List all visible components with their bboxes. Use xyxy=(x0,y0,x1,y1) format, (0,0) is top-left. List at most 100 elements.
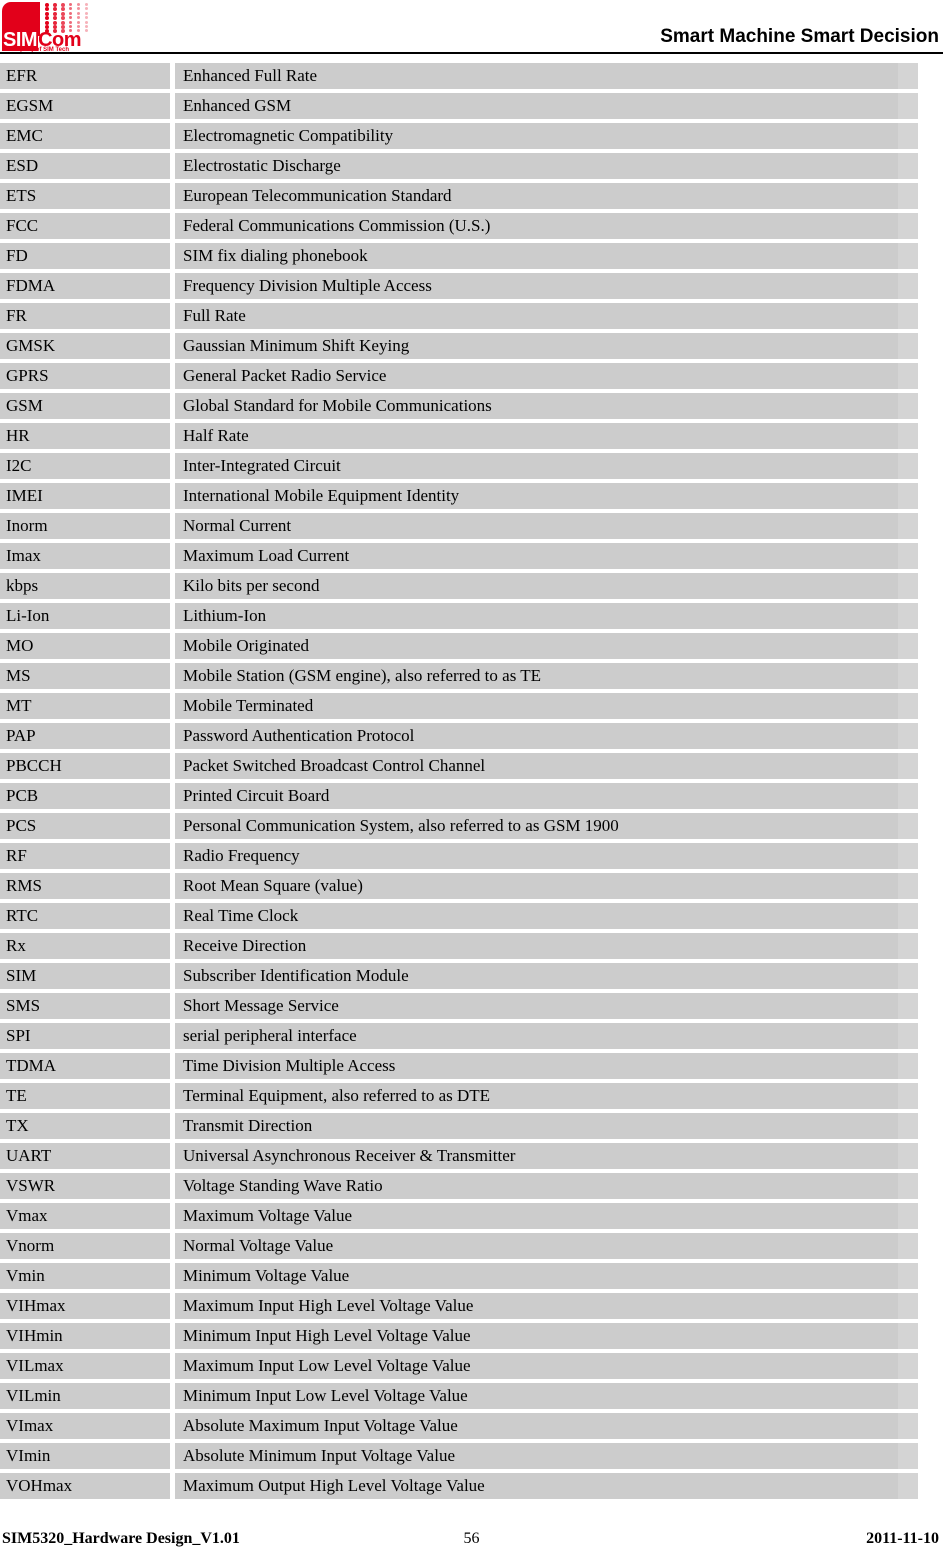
definition-cell: Gaussian Minimum Shift Keying xyxy=(175,333,918,359)
definition-cell: Password Authentication Protocol xyxy=(175,723,918,749)
definition-text: serial peripheral interface xyxy=(183,1026,357,1045)
definition-cell: Enhanced GSM xyxy=(175,93,918,119)
definition-cell: Minimum Voltage Value xyxy=(175,1263,918,1289)
table-row: FR Full Rate xyxy=(0,303,943,333)
definition-text: SIM fix dialing phonebook xyxy=(183,246,368,265)
abbreviation-cell: SMS xyxy=(0,993,170,1019)
definition-cell: Personal Communication System, also refe… xyxy=(175,813,918,839)
abbreviation-cell: kbps xyxy=(0,573,170,599)
table-row: TX Transmit Direction xyxy=(0,1113,943,1143)
definition-text: Inter-Integrated Circuit xyxy=(183,456,341,475)
abbreviation-cell: RF xyxy=(0,843,170,869)
table-row: MS Mobile Station (GSM engine), also refe… xyxy=(0,663,943,693)
table-row: Rx Receive Direction xyxy=(0,933,943,963)
table-row: SMS Short Message Service xyxy=(0,993,943,1023)
definition-text: Enhanced Full Rate xyxy=(183,66,318,85)
definition-text: Full Rate xyxy=(183,306,246,325)
table-row: kbps Kilo bits per second xyxy=(0,573,943,603)
table-row: VILmin Minimum Input Low Level Voltage Va… xyxy=(0,1383,943,1413)
page-header: SIMCom A company of SIM Tech Smart Machi… xyxy=(0,0,943,54)
abbreviation-cell: VSWR xyxy=(0,1173,170,1199)
definition-text: Maximum Output High Level Voltage Value xyxy=(183,1476,485,1495)
table-row: Inorm Normal Current xyxy=(0,513,943,543)
definition-text: Maximum Voltage Value xyxy=(183,1206,353,1225)
table-row: RF Radio Frequency xyxy=(0,843,943,873)
definition-text: Minimum Input Low Level Voltage Value xyxy=(183,1386,468,1405)
definition-cell: Universal Asynchronous Receiver & Transm… xyxy=(175,1143,918,1169)
table-row: GMSK Gaussian Minimum Shift Keying xyxy=(0,333,943,363)
definition-text: Short Message Service xyxy=(183,996,339,1015)
definition-text: Root Mean Square (value) xyxy=(183,876,363,895)
definition-text: Enhanced GSM xyxy=(183,96,292,115)
table-row: HR Half Rate xyxy=(0,423,943,453)
definition-cell: Half Rate xyxy=(175,423,918,449)
definition-cell: International Mobile Equipment Identity xyxy=(175,483,918,509)
definition-cell: Federal Communications Commission (U.S.) xyxy=(175,213,918,239)
simcom-logo: SIMCom A company of SIM Tech xyxy=(2,2,130,53)
abbreviation-cell: FCC xyxy=(0,213,170,239)
definition-text: Time Division Multiple Access xyxy=(183,1056,396,1075)
definition-text: European Telecommunication Standard xyxy=(183,186,452,205)
definition-cell: Printed Circuit Board xyxy=(175,783,918,809)
abbreviation-glossary-table: EFR Enhanced Full Rate EGSM Enhanced GSM EMC… xyxy=(0,63,943,1503)
table-row: MT Mobile Terminated xyxy=(0,693,943,723)
footer-date: 2011-11-10 xyxy=(866,1530,939,1547)
abbreviation-cell: MO xyxy=(0,633,170,659)
abbreviation-cell: PCS xyxy=(0,813,170,839)
definition-text: Subscriber Identification Module xyxy=(183,966,409,985)
definition-cell: Mobile Originated xyxy=(175,633,918,659)
abbreviation-cell: RMS xyxy=(0,873,170,899)
table-row: GPRS General Packet Radio Service xyxy=(0,363,943,393)
table-row: Imax Maximum Load Current xyxy=(0,543,943,573)
table-row: TE Terminal Equipment, also referred to a… xyxy=(0,1083,943,1113)
abbreviation-cell: VILmax xyxy=(0,1353,170,1379)
definition-text: Personal Communication System, also refe… xyxy=(183,816,619,835)
abbreviation-cell: HR xyxy=(0,423,170,449)
definition-text: Transmit Direction xyxy=(183,1116,313,1135)
abbreviation-cell: PBCCH xyxy=(0,753,170,779)
table-row: PBCCH Packet Switched Broadcast Control C… xyxy=(0,753,943,783)
definition-text: Minimum Voltage Value xyxy=(183,1266,350,1285)
definition-text: Normal Voltage Value xyxy=(183,1236,334,1255)
abbreviation-cell: MS xyxy=(0,663,170,689)
abbreviation-cell: TE xyxy=(0,1083,170,1109)
definition-cell: Frequency Division Multiple Access xyxy=(175,273,918,299)
table-row: VSWR Voltage Standing Wave Ratio xyxy=(0,1173,943,1203)
table-row: FDMA Frequency Division Multiple Access xyxy=(0,273,943,303)
definition-cell: Maximum Input High Level Voltage Value xyxy=(175,1293,918,1319)
table-row: VImin Absolute Minimum Input Voltage Valu… xyxy=(0,1443,943,1473)
definition-cell: Mobile Terminated xyxy=(175,693,918,719)
definition-cell: Root Mean Square (value) xyxy=(175,873,918,899)
abbreviation-cell: ESD xyxy=(0,153,170,179)
definition-text: Real Time Clock xyxy=(183,906,299,925)
abbreviation-cell: UART xyxy=(0,1143,170,1169)
abbreviation-cell: VIHmin xyxy=(0,1323,170,1349)
abbreviation-cell: FDMA xyxy=(0,273,170,299)
abbreviation-cell: Li-Ion xyxy=(0,603,170,629)
definition-cell: Maximum Voltage Value xyxy=(175,1203,918,1229)
definition-text: Half Rate xyxy=(183,426,249,445)
definition-cell: Normal Current xyxy=(175,513,918,539)
definition-text: Password Authentication Protocol xyxy=(183,726,415,745)
definition-cell: Electrostatic Discharge xyxy=(175,153,918,179)
definition-text: Terminal Equipment, also referred to as … xyxy=(183,1086,491,1105)
definition-text: Absolute Minimum Input Voltage Value xyxy=(183,1446,455,1465)
abbreviation-cell: GPRS xyxy=(0,363,170,389)
abbreviation-cell: SIM xyxy=(0,963,170,989)
definition-cell: Minimum Input High Level Voltage Value xyxy=(175,1323,918,1349)
abbreviation-cell: TX xyxy=(0,1113,170,1139)
abbreviation-cell: ETS xyxy=(0,183,170,209)
abbreviation-cell: I2C xyxy=(0,453,170,479)
abbreviation-cell: Inorm xyxy=(0,513,170,539)
table-row: SIM Subscriber Identification Module xyxy=(0,963,943,993)
page-footer: SIM5320_Hardware Design_V1.01 56 2011-11… xyxy=(0,1529,943,1553)
table-row: EMC Electromagnetic Compatibility xyxy=(0,123,943,153)
abbreviation-cell: EMC xyxy=(0,123,170,149)
definition-cell: Short Message Service xyxy=(175,993,918,1019)
abbreviation-cell: GSM xyxy=(0,393,170,419)
abbreviation-cell: Vmax xyxy=(0,1203,170,1229)
definition-cell: Inter-Integrated Circuit xyxy=(175,453,918,479)
abbreviation-cell: SPI xyxy=(0,1023,170,1049)
definition-text: Packet Switched Broadcast Control Channe… xyxy=(183,756,486,775)
table-row: VIHmax Maximum Input High Level Voltage V… xyxy=(0,1293,943,1323)
